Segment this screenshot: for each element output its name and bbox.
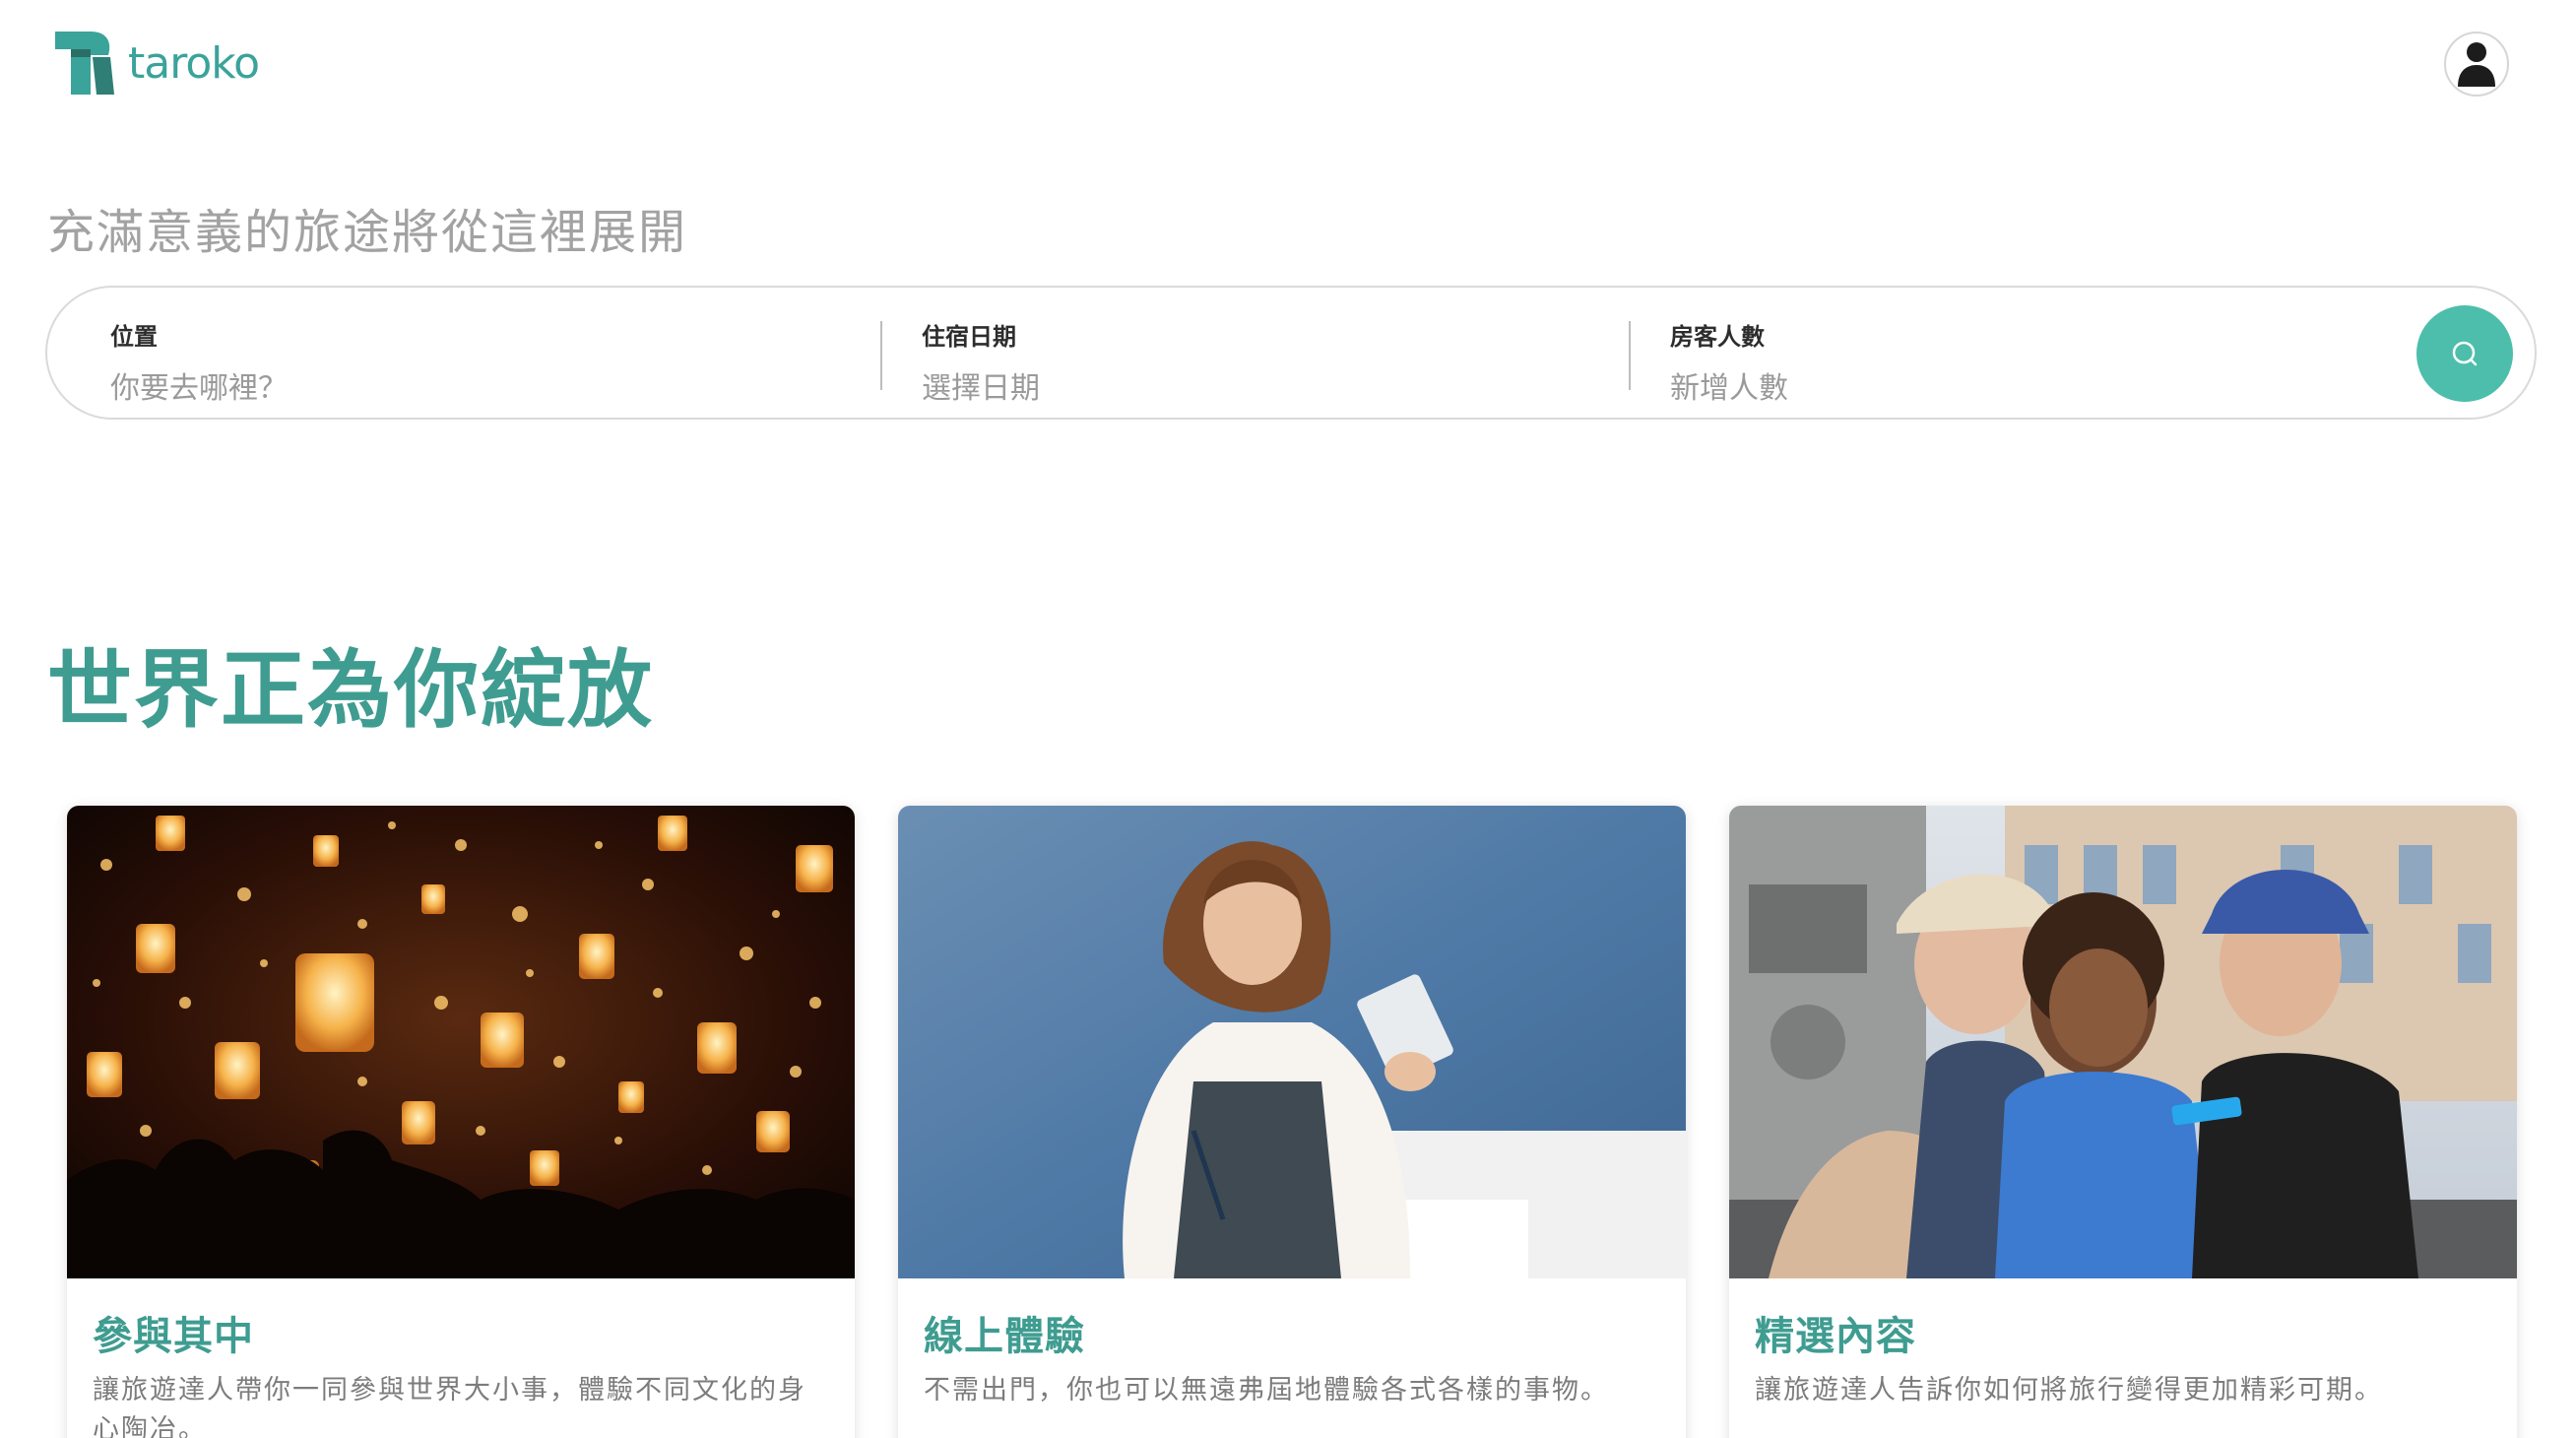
location-label: 位置 (110, 323, 158, 351)
card-description: 不需出門，你也可以無遠弗屆地體驗各式各樣的事物。 (924, 1375, 1609, 1405)
guests-label: 房客人數 (1670, 323, 1765, 351)
dates-input[interactable]: 選擇日期 (922, 363, 1040, 407)
dates-label: 住宿日期 (922, 323, 1016, 351)
card-title: 精選內容 (1755, 1314, 1916, 1359)
card-title: 參與其中 (93, 1314, 254, 1359)
tagline: 充滿意義的旅途將從這裡展開 (47, 205, 688, 260)
card-image-pottery (898, 806, 1686, 1278)
logo[interactable]: taroko (51, 28, 260, 98)
card-description: 讓旅遊達人帶你一同參與世界大小事，體驗不同文化的身心陶冶。 (93, 1375, 806, 1438)
card-title: 線上體驗 (924, 1314, 1085, 1359)
dates-field[interactable]: 住宿日期 選擇日期 (922, 317, 1040, 407)
guests-input[interactable]: 新增人數 (1670, 363, 1788, 407)
guests-field[interactable]: 房客人數 新增人數 (1670, 317, 1788, 407)
section-title: 世界正為你綻放 (47, 641, 654, 740)
divider (880, 321, 882, 390)
location-field[interactable]: 位置 你要去哪裡？ (110, 317, 288, 407)
divider (1629, 321, 1631, 390)
search-icon (2452, 341, 2478, 366)
logo-text: taroko (128, 37, 260, 89)
location-input[interactable]: 你要去哪裡？ (110, 363, 288, 407)
card-image-lanterns (67, 806, 855, 1278)
card-image-friends (1729, 806, 2517, 1278)
card-featured-content[interactable]: 精選內容 讓旅遊達人告訴你如何將旅行變得更加精彩可期。 (1729, 806, 2517, 1438)
search-button[interactable] (2416, 305, 2513, 402)
user-avatar-button[interactable] (2444, 32, 2509, 97)
user-icon (2458, 42, 2495, 87)
card-description: 讓旅遊達人告訴你如何將旅行變得更加精彩可期。 (1755, 1375, 2383, 1405)
card-online-experience[interactable]: 線上體驗 不需出門，你也可以無遠弗屆地體驗各式各樣的事物。 (898, 806, 1686, 1438)
page: taroko 充滿意義的旅途將從這裡展開 位置 你要去哪裡？ 住宿日期 選擇日期… (0, 0, 2576, 1438)
card-participate[interactable]: 參與其中 讓旅遊達人帶你一同參與世界大小事，體驗不同文化的身心陶冶。 (67, 806, 855, 1438)
search-bar: 位置 你要去哪裡？ 住宿日期 選擇日期 房客人數 新增人數 (45, 286, 2537, 420)
taroko-logo-icon (55, 32, 114, 95)
